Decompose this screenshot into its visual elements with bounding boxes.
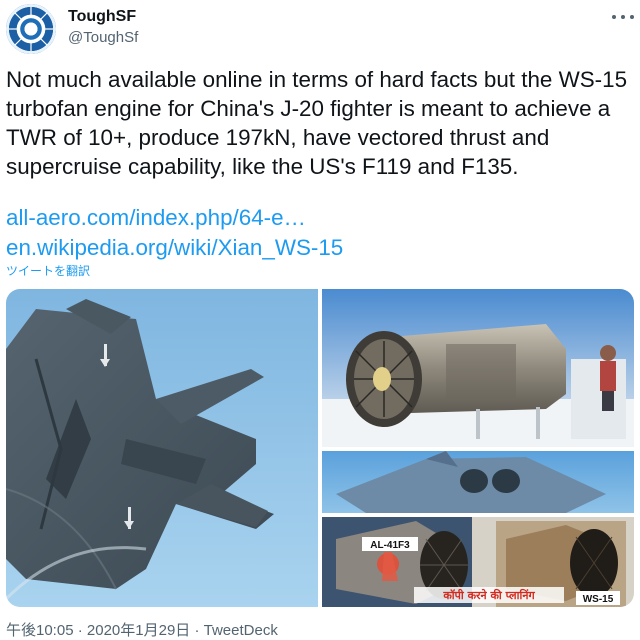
avatar[interactable] [6, 4, 56, 54]
tweet-metadata: 午後10:05 · 2020年1月29日 · TweetDeck [6, 619, 278, 640]
separator: · [194, 622, 200, 639]
engine-exhibit-photo[interactable] [322, 289, 634, 447]
link-wikipedia[interactable]: en.wikipedia.org/wiki/Xian_WS-15 [6, 233, 343, 262]
j20-rear-photo[interactable] [322, 451, 634, 513]
translate-tweet-button[interactable]: ツイートを翻訳 [6, 262, 90, 279]
user-handle[interactable]: @ToughSf [68, 29, 138, 46]
tweet-date[interactable]: 2020年1月29日 [87, 622, 190, 639]
overlay-al41f3: AL-41F3 [370, 540, 410, 551]
tweet-source[interactable]: TweetDeck [204, 622, 278, 639]
engine-comparison-photo[interactable]: AL-41F3 कॉपी करने की प्लानिंग WS-15 [322, 517, 634, 607]
link-all-aero[interactable]: all-aero.com/index.php/64-e… [6, 203, 306, 232]
more-horizontal-icon[interactable] [612, 10, 634, 24]
tweet-time[interactable]: 午後10:05 [6, 622, 74, 639]
overlay-ws15: WS-15 [583, 594, 614, 605]
tweet-text: Not much available online in terms of ha… [6, 67, 628, 179]
media-grid: AL-41F3 कॉपी करने की प्लानिंग WS-15 [6, 289, 634, 607]
j20-photo[interactable] [6, 289, 318, 607]
display-name[interactable]: ToughSF [68, 8, 136, 26]
overlay-hindi-caption: कॉपी करने की प्लानिंग [442, 588, 535, 602]
tweet-header: ToughSF @ToughSf [0, 0, 640, 64]
separator: · [77, 622, 83, 639]
avatar-emblem-icon [9, 7, 53, 51]
